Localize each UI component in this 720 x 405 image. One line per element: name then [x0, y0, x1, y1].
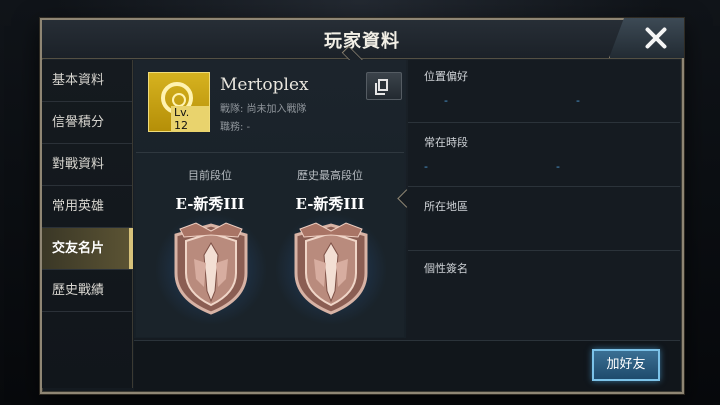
highest-rank: 歷史最高段位 E-新秀III	[270, 167, 390, 214]
team-info: 戰隊: 尚未加入戰隊	[220, 104, 307, 115]
region-label: 所在地區	[424, 200, 468, 213]
active-time-label: 常在時段	[424, 136, 468, 149]
profile-area: Lv. 12 Mertoplex 戰隊: 尚未加入戰隊 職務: - 目前段位 E…	[134, 60, 406, 338]
highest-rank-shield-icon	[274, 213, 388, 325]
title-bar: 玩家資料	[42, 20, 682, 59]
current-rank-shield-icon	[154, 213, 268, 325]
current-rank-value: E-新秀III	[175, 195, 245, 213]
copy-button[interactable]	[366, 72, 402, 100]
panel-title: 玩家資料	[324, 31, 400, 52]
close-icon[interactable]	[642, 24, 670, 52]
player-profile-panel: 玩家資料 基本資料 信譽積分 對戰資料 常用英雄 交友名片 歷史戰績 Lv. 1…	[40, 18, 684, 394]
rank-section: 目前段位 E-新秀III 歷史最高段位 E-新秀III	[136, 152, 404, 337]
highest-rank-value: E-新秀III	[295, 195, 365, 213]
info-area: 位置偏好 - - 常在時段 - - 所在地區 個性簽名	[408, 60, 680, 338]
sidebar-item-match-history[interactable]: 歷史戰績	[42, 270, 132, 312]
active-time-section: 常在時段 - -	[408, 122, 680, 187]
sidebar-item-basic-info[interactable]: 基本資料	[42, 60, 132, 102]
sidebar-item-battle-data[interactable]: 對戰資料	[42, 144, 132, 186]
copy-icon	[375, 79, 388, 95]
role-info: 職務: -	[220, 122, 251, 133]
current-rank-label: 目前段位	[188, 169, 232, 182]
sidebar-item-social-card[interactable]: 交友名片	[42, 228, 133, 270]
level-badge: Lv. 12	[171, 106, 209, 132]
active-time-value-2: -	[556, 160, 560, 173]
signature-label: 個性簽名	[424, 262, 468, 275]
active-time-value-1: -	[424, 160, 428, 173]
player-emblem: Lv. 12	[148, 72, 210, 132]
footer-bar: 加好友	[134, 340, 680, 391]
position-preference-value-1: -	[444, 94, 448, 107]
current-rank: 目前段位 E-新秀III	[150, 167, 270, 214]
position-preference-label: 位置偏好	[424, 70, 468, 83]
position-preference-value-2: -	[576, 94, 580, 107]
region-section: 所在地區	[408, 186, 680, 251]
sidebar: 基本資料 信譽積分 對戰資料 常用英雄 交友名片 歷史戰績	[42, 60, 133, 388]
player-name: Mertoplex	[220, 75, 309, 95]
sidebar-item-reputation[interactable]: 信譽積分	[42, 102, 132, 144]
highest-rank-label: 歷史最高段位	[297, 169, 363, 182]
add-friend-button[interactable]: 加好友	[592, 349, 660, 381]
signature-section: 個性簽名	[408, 250, 680, 338]
position-preference-section: 位置偏好 - -	[408, 60, 680, 123]
sidebar-item-frequent-heroes[interactable]: 常用英雄	[42, 186, 132, 228]
